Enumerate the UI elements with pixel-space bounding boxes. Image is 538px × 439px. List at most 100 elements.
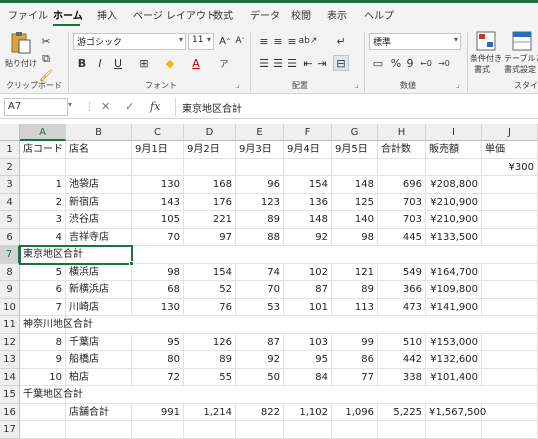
cell-g15[interactable] [332,386,378,404]
cell-e15[interactable] [236,386,284,404]
cell-f13[interactable]: 95 [284,351,332,369]
cell-d14[interactable]: 55 [184,368,236,386]
row-header-9[interactable]: 9 [0,281,20,299]
cell-j2[interactable]: ¥300 [482,158,538,176]
cell-d6[interactable]: 97 [184,228,236,246]
cell-i6[interactable]: ¥133,500 [426,228,482,246]
column-header-b[interactable]: B [66,124,132,141]
cut-icon[interactable]: ✂ [38,33,54,49]
number-format-dropdown[interactable]: 標準 ▾ [369,33,461,50]
cell-c6[interactable]: 70 [132,228,184,246]
cell-g11[interactable] [332,316,378,334]
cell-b11[interactable] [66,316,132,334]
cell-f15[interactable] [284,386,332,404]
cell-b15[interactable] [66,386,132,404]
cell-j9[interactable] [482,281,538,299]
underline-icon[interactable]: U [110,55,126,71]
cell-i11[interactable] [426,316,482,334]
cell-e2[interactable] [236,158,284,176]
cell-h7[interactable] [378,246,426,264]
merge-center-icon[interactable]: ⊟ [333,55,349,71]
orientation-icon[interactable]: ab↗ [299,33,318,49]
wrap-text-icon[interactable]: ↵ [333,33,349,49]
cell-d5[interactable]: 221 [184,211,236,229]
cell-e11[interactable] [236,316,284,334]
cell-c16[interactable]: 991 [132,403,184,421]
cell-j15[interactable] [482,386,538,404]
insert-function-icon[interactable]: fx [150,100,160,113]
cell-a4[interactable]: 2 [20,193,66,211]
cell-b17[interactable] [66,421,132,439]
align-bottom-icon[interactable]: ≡ [284,33,300,49]
cell-i15[interactable] [426,386,482,404]
cell-b4[interactable]: 新宿店 [66,193,132,211]
cell-g16[interactable]: 1,096 [332,403,378,421]
cell-e9[interactable]: 70 [236,281,284,299]
cell-b2[interactable] [66,158,132,176]
column-header-e[interactable]: E [236,124,284,141]
tab-insert[interactable]: 挿入 [97,7,117,22]
row-header-1[interactable]: 1 [0,141,20,159]
cell-g17[interactable] [332,421,378,439]
cell-c4[interactable]: 143 [132,193,184,211]
cell-d4[interactable]: 176 [184,193,236,211]
cell-d15[interactable] [184,386,236,404]
cell-j3[interactable] [482,176,538,194]
cell-a14[interactable]: 10 [20,368,66,386]
cell-e6[interactable]: 88 [236,228,284,246]
cell-c8[interactable]: 98 [132,263,184,281]
cell-f2[interactable] [284,158,332,176]
font-color-icon[interactable]: A [188,55,204,71]
cell-h16[interactable]: 5,225 [378,403,426,421]
cell-h6[interactable]: 445 [378,228,426,246]
cell-f6[interactable]: 92 [284,228,332,246]
select-all-corner[interactable] [0,124,20,141]
cell-b5[interactable]: 渋谷店 [66,211,132,229]
cell-h11[interactable] [378,316,426,334]
cell-h14[interactable]: 338 [378,368,426,386]
cell-j6[interactable] [482,228,538,246]
cell-d1[interactable]: 9月2日 [184,141,236,159]
cell-d9[interactable]: 52 [184,281,236,299]
cell-g13[interactable]: 86 [332,351,378,369]
cell-i5[interactable]: ¥210,900 [426,211,482,229]
cell-h8[interactable]: 549 [378,263,426,281]
cell-h17[interactable] [378,421,426,439]
copy-icon[interactable]: ⧉ [38,51,54,67]
name-box-chevron-icon[interactable]: ▾ [68,100,72,109]
conditional-formatting-button[interactable]: 条件付き 書式 [470,31,502,77]
column-header-i[interactable]: I [426,124,482,141]
increase-indent-icon[interactable]: ⇥ [314,55,330,71]
cell-d8[interactable]: 154 [184,263,236,281]
cell-i13[interactable]: ¥132,600 [426,351,482,369]
cell-a13[interactable]: 9 [20,351,66,369]
cell-g6[interactable]: 98 [332,228,378,246]
cell-f1[interactable]: 9月4日 [284,141,332,159]
cell-e10[interactable]: 53 [236,298,284,316]
cell-g4[interactable]: 125 [332,193,378,211]
cell-a5[interactable]: 3 [20,211,66,229]
cell-j14[interactable] [482,368,538,386]
cell-d10[interactable]: 76 [184,298,236,316]
cell-e14[interactable]: 50 [236,368,284,386]
cell-f17[interactable] [284,421,332,439]
tab-home[interactable]: ホーム [53,7,83,22]
cell-i9[interactable]: ¥109,800 [426,281,482,299]
cell-c12[interactable]: 95 [132,333,184,351]
cell-b12[interactable]: 千葉店 [66,333,132,351]
cell-e3[interactable]: 96 [236,176,284,194]
cell-e13[interactable]: 92 [236,351,284,369]
cell-e12[interactable]: 87 [236,333,284,351]
cell-a9[interactable]: 6 [20,281,66,299]
cell-e8[interactable]: 74 [236,263,284,281]
cell-i14[interactable]: ¥101,400 [426,368,482,386]
cell-e4[interactable]: 123 [236,193,284,211]
cell-h4[interactable]: 703 [378,193,426,211]
cell-a2[interactable] [20,158,66,176]
paste-button[interactable]: 貼り付け [5,31,37,75]
tab-file[interactable]: ファイル [8,7,48,22]
phonetic-icon[interactable]: ア [216,55,232,71]
cell-j5[interactable] [482,211,538,229]
cell-i4[interactable]: ¥210,900 [426,193,482,211]
align-right-icon[interactable]: ☰ [284,55,300,71]
